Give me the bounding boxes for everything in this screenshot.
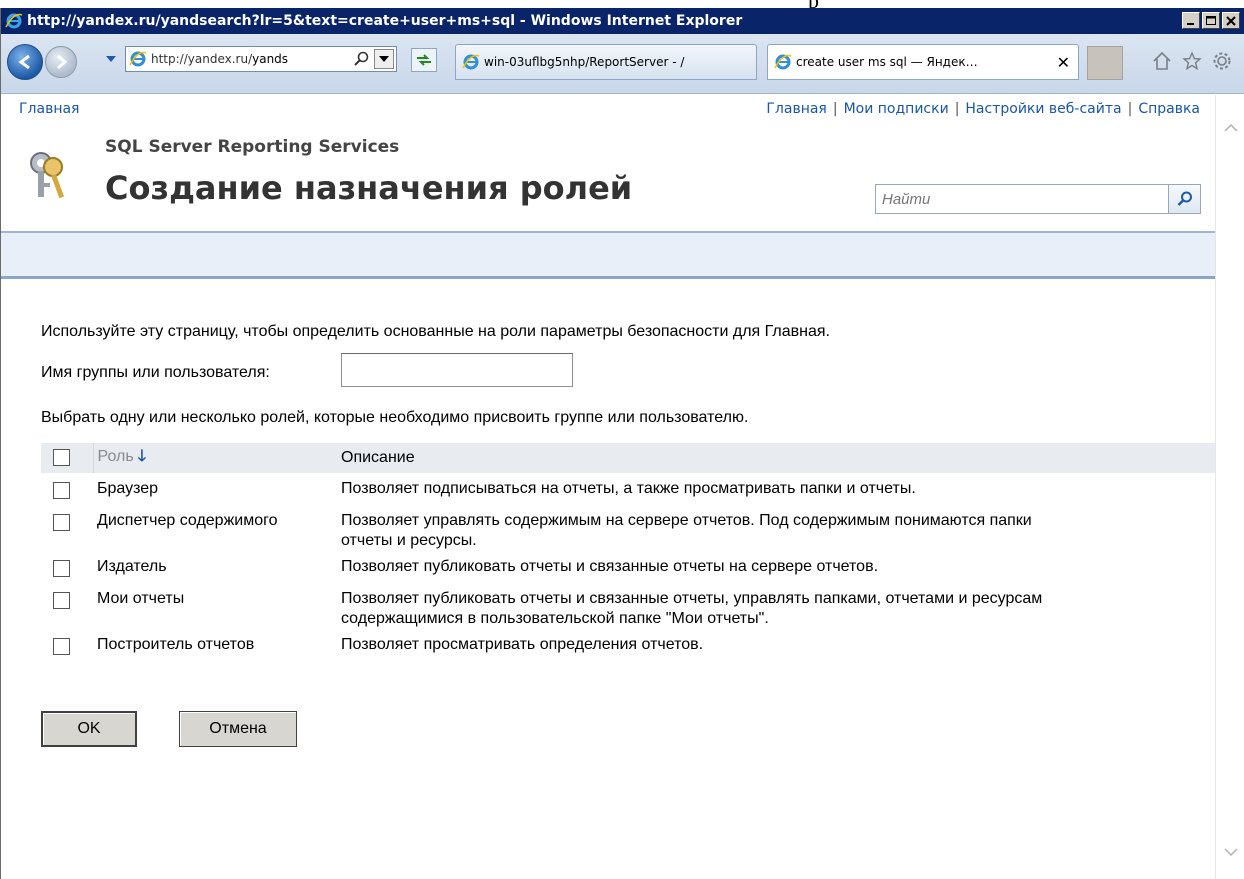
compatibility-refresh-button[interactable] (411, 48, 437, 72)
role-description: Позволяет публиковать отчеты и связанные… (341, 551, 1215, 583)
history-dropdown-icon[interactable] (105, 54, 117, 64)
role-column-header[interactable]: Роль 🡓 (92, 443, 341, 473)
role-description: Позволяет публиковать отчеты и связанные… (341, 583, 1215, 629)
forward-arrow-icon (57, 54, 68, 70)
role-description-line: Позволяет подписываться на отчеты, а так… (341, 480, 916, 497)
role-checkbox[interactable] (53, 638, 70, 655)
role-checkbox[interactable] (53, 482, 70, 499)
forward-button[interactable] (45, 46, 77, 78)
tools-button[interactable] (1211, 50, 1233, 72)
star-icon (1182, 51, 1202, 71)
intro-text: Используйте эту страницу, чтобы определи… (41, 323, 830, 340)
group-or-user-name-input[interactable] (341, 353, 573, 387)
role-name: Мои отчеты (97, 590, 185, 607)
close-window-button[interactable] (1222, 12, 1240, 29)
search-box (875, 184, 1201, 214)
gear-icon (1213, 52, 1231, 70)
role-description-line: Позволяет публиковать отчеты и связанные… (341, 590, 1043, 607)
role-name: Построитель отчетов (97, 636, 255, 653)
close-icon (1226, 15, 1236, 26)
address-search-icon[interactable] (354, 51, 370, 67)
help-link[interactable]: Справка (1138, 101, 1200, 117)
minimize-icon (1187, 22, 1194, 25)
role-row: Диспетчер содержимого Позволяет управлять… (41, 505, 1215, 551)
chevron-down-icon (379, 56, 389, 62)
search-input[interactable] (876, 185, 1168, 213)
role-header-label: Роль (97, 447, 134, 465)
breadcrumb-home-link[interactable]: Главная (19, 101, 79, 117)
address-rest: yands (252, 52, 289, 66)
role-row: Браузер Позволяет подписываться на отчеты… (41, 473, 1215, 505)
cancel-button[interactable]: Отмена (179, 711, 297, 747)
tab-label: win-03uflbg5nhp/ReportServer - / (484, 55, 685, 69)
role-row: Мои отчеты Позволяет публиковать отчеты и… (41, 583, 1215, 629)
role-description-line: Позволяет публиковать отчеты и связанные… (341, 558, 879, 575)
role-description: Позволяет просматривать определения отче… (341, 629, 1215, 661)
back-button[interactable] (7, 44, 43, 80)
role-description: Позволяет управлять содержимым на сервер… (341, 505, 1215, 551)
ok-button[interactable]: OK (41, 711, 137, 747)
scroll-down-icon[interactable] (1224, 847, 1238, 857)
role-description: Позволяет подписываться на отчеты, а так… (341, 473, 1215, 505)
toolbar-band (1, 233, 1215, 279)
address-dropdown-button[interactable] (374, 49, 394, 69)
role-checkbox[interactable] (53, 592, 70, 609)
site-settings-link[interactable]: Настройки веб-сайта (965, 101, 1121, 117)
top-links: Главная | Мои подписки | Настройки веб-сайта… (766, 101, 1200, 117)
home-button[interactable] (1151, 50, 1173, 72)
search-button[interactable] (1168, 185, 1200, 213)
role-checkbox[interactable] (53, 514, 70, 531)
report-manager-page: Главная Главная | Мои подписки | Настройки в… (1, 95, 1244, 879)
scroll-up-icon[interactable] (1224, 123, 1238, 133)
window-title: http://yandex.ru/yandsearch?lr=5&text=cr… (27, 13, 743, 29)
vertical-scrollbar[interactable] (1215, 95, 1244, 879)
new-tab-button[interactable] (1087, 46, 1123, 80)
role-description-line: содержащимися в пользовательской папке "… (341, 610, 769, 627)
navigation-bar: http://yandex.ru/yands win-03uflbg5nhp/R… (1, 34, 1244, 94)
minimize-button[interactable] (1182, 12, 1200, 29)
select-all-checkbox[interactable] (53, 448, 70, 466)
tab-reportserver[interactable]: win-03uflbg5nhp/ReportServer - / (455, 44, 757, 80)
maximize-button[interactable] (1202, 12, 1220, 29)
roles-table-header: Роль 🡓 Описание (41, 443, 1215, 473)
role-description-line: Позволяет управлять содержимым на сервер… (341, 512, 1032, 529)
back-arrow-icon (18, 54, 30, 70)
title-bar: http://yandex.ru/yandsearch?lr=5&text=cr… (1, 8, 1244, 34)
role-name: Издатель (97, 558, 167, 575)
role-row: Издатель Позволяет публиковать отчеты и с… (41, 551, 1215, 583)
browser-window: http://yandex.ru/yandsearch?lr=5&text=cr… (0, 8, 1244, 879)
tab-ie-icon (462, 54, 480, 70)
home-link[interactable]: Главная (766, 101, 826, 117)
roles-instructions: Выбрать одну или несколько ролей, которы… (41, 409, 749, 426)
role-checkbox[interactable] (53, 560, 70, 577)
search-icon (1177, 191, 1192, 206)
ie-logo-icon (5, 13, 23, 29)
username-label: Имя группы или пользователя: (41, 364, 270, 381)
page-ie-icon (129, 51, 147, 67)
role-description-line: отчеты и ресурсы. (341, 532, 477, 549)
role-name: Диспетчер содержимого (97, 512, 278, 529)
favorites-button[interactable] (1181, 50, 1203, 72)
ssrs-keys-logo-icon (30, 152, 65, 199)
tab-yandex-search[interactable]: create user ms sql — Яндек… ✕ (767, 44, 1079, 80)
my-subscriptions-link[interactable]: Мои подписки (844, 101, 949, 117)
roles-table: Роль 🡓 Описание Браузер Позволяет подписыв… (41, 443, 1215, 661)
role-name: Браузер (97, 480, 159, 497)
address-bar[interactable]: http://yandex.ru/yands (125, 46, 397, 72)
role-description-line: Позволяет просматривать определения отче… (341, 636, 704, 653)
product-name: SQL Server Reporting Services (105, 137, 400, 157)
role-row: Построитель отчетов Позволяет просматрива… (41, 629, 1215, 661)
maximize-icon (1206, 15, 1216, 25)
address-prefix: http://yandex.ru/ (151, 52, 253, 66)
top-caption-fragment: р (0, 0, 1244, 8)
tab-label: create user ms sql — Яндек… (796, 55, 978, 69)
description-column-header: Описание (341, 443, 1215, 473)
tab-ie-icon (774, 54, 792, 70)
sort-down-arrow-icon: 🡓 (137, 447, 147, 465)
home-icon (1153, 51, 1171, 70)
close-tab-icon[interactable]: ✕ (1057, 53, 1070, 72)
refresh-arrows-icon (417, 54, 431, 66)
page-title: Создание назначения ролей (105, 169, 633, 207)
